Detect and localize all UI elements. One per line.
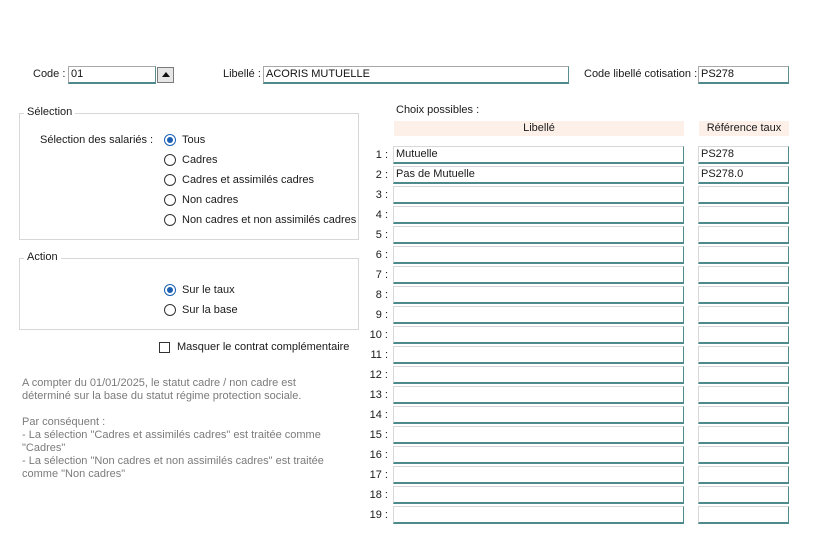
libelle-cell-12[interactable] (393, 366, 684, 384)
libelle-label: Libellé : (223, 68, 261, 80)
libelle-field[interactable]: ACORIS MUTUELLE (263, 66, 569, 84)
info-note: A compter du 01/01/2025, le statut cadre… (22, 377, 342, 481)
row-number: 14 : (369, 409, 388, 421)
row-number: 8 : (375, 289, 388, 301)
libelle-cell-10[interactable] (393, 326, 684, 344)
row-number: 1 : (375, 149, 388, 161)
reference-taux-cell-11[interactable] (698, 346, 789, 364)
row-number: 2 : (375, 169, 388, 181)
selection-radio-4[interactable]: Non cadres (164, 194, 238, 206)
reference-taux-cell-18[interactable] (698, 486, 789, 504)
reference-taux-cell-4[interactable] (698, 206, 789, 224)
libelle-cell-2[interactable]: Pas de Mutuelle (393, 166, 684, 184)
row-number: 15 : (369, 429, 388, 441)
row-number: 18 : (369, 489, 388, 501)
reference-taux-cell-10[interactable] (698, 326, 789, 344)
radio-dot[interactable] (164, 214, 176, 226)
radio-dot[interactable] (164, 194, 176, 206)
libelle-cell-19[interactable] (393, 506, 684, 524)
libelle-cell-4[interactable] (393, 206, 684, 224)
libelle-cell-14[interactable] (393, 406, 684, 424)
selection-radio-5-label: Non cadres et non assimilés cadres (182, 214, 357, 226)
reference-taux-cell-1[interactable]: PS278 (698, 146, 789, 164)
masquer-contrat-checkbox[interactable]: Masquer le contrat complémentaire (159, 341, 349, 353)
row-number: 12 : (369, 369, 388, 381)
libelle-cell-6[interactable] (393, 246, 684, 264)
selection-radio-1-label: Tous (182, 134, 206, 146)
libelle-cell-15[interactable] (393, 426, 684, 444)
code-libelle-cotisation-field[interactable]: PS278 (698, 66, 789, 84)
choix-possibles-title: Choix possibles : (396, 104, 480, 116)
reference-taux-cell-12[interactable] (698, 366, 789, 384)
checkbox-box[interactable] (159, 341, 170, 353)
selection-radio-2-label: Cadres (182, 154, 218, 166)
row-number: 3 : (375, 189, 388, 201)
action-radio-1[interactable]: Sur le taux (164, 284, 235, 296)
libelle-cell-17[interactable] (393, 466, 684, 484)
code-field[interactable]: 01 (68, 66, 156, 84)
masquer-contrat-label: Masquer le contrat complémentaire (177, 341, 350, 353)
row-number: 19 : (369, 509, 388, 521)
selection-radio-3-label: Cadres et assimilés cadres (182, 174, 315, 186)
libelle-cell-7[interactable] (393, 266, 684, 284)
action-radio-2[interactable]: Sur la base (164, 304, 238, 316)
row-number: 13 : (369, 389, 388, 401)
reference-taux-cell-3[interactable] (698, 186, 789, 204)
column-header-reference-taux: Référence taux (699, 121, 789, 136)
info-note-paragraph-1: A compter du 01/01/2025, le statut cadre… (22, 377, 302, 402)
row-number: 16 : (369, 449, 388, 461)
reference-taux-cell-7[interactable] (698, 266, 789, 284)
selection-radio-1[interactable]: Tous (164, 134, 205, 146)
libelle-cell-16[interactable] (393, 446, 684, 464)
reference-taux-cell-16[interactable] (698, 446, 789, 464)
row-number: 10 : (369, 329, 388, 341)
reference-taux-cell-17[interactable] (698, 466, 789, 484)
reference-taux-cell-2[interactable]: PS278.0 (698, 166, 789, 184)
action-radio-2-label: Sur la base (182, 304, 238, 316)
reference-taux-cell-14[interactable] (698, 406, 789, 424)
radio-dot[interactable] (164, 154, 176, 166)
column-header-libelle: Libellé (394, 121, 684, 136)
libelle-cell-3[interactable] (393, 186, 684, 204)
libelle-cell-8[interactable] (393, 286, 684, 304)
action-radio-1-label: Sur le taux (182, 284, 235, 296)
reference-taux-cell-8[interactable] (698, 286, 789, 304)
row-number: 4 : (375, 209, 388, 221)
selection-group-title: Sélection (24, 106, 76, 118)
row-number: 7 : (375, 269, 388, 281)
reference-taux-cell-15[interactable] (698, 426, 789, 444)
selection-radio-5[interactable]: Non cadres et non assimilés cadres (164, 214, 356, 226)
row-number: 11 : (370, 349, 388, 361)
libelle-cell-1[interactable]: Mutuelle (393, 146, 684, 164)
libelle-cell-13[interactable] (393, 386, 684, 404)
libelle-cell-18[interactable] (393, 486, 684, 504)
row-number: 5 : (375, 229, 388, 241)
reference-taux-cell-19[interactable] (698, 506, 789, 524)
reference-taux-cell-5[interactable] (698, 226, 789, 244)
info-note-paragraph-2: Par conséquent : - La sélection "Cadres … (22, 416, 324, 480)
reference-taux-cell-13[interactable] (698, 386, 789, 404)
action-group-title: Action (24, 251, 61, 263)
radio-dot[interactable] (164, 304, 176, 316)
selection-radio-3[interactable]: Cadres et assimilés cadres (164, 174, 314, 186)
row-number: 6 : (375, 249, 388, 261)
reference-taux-cell-9[interactable] (698, 306, 789, 324)
code-spin-up-button[interactable] (157, 67, 174, 83)
selection-radio-2[interactable]: Cadres (164, 154, 217, 166)
radio-dot[interactable] (164, 284, 176, 296)
libelle-cell-11[interactable] (393, 346, 684, 364)
code-label: Code : (33, 68, 66, 80)
radio-dot[interactable] (164, 134, 176, 146)
selection-salaries-label: Sélection des salariés : (40, 134, 154, 146)
libelle-cell-5[interactable] (393, 226, 684, 244)
row-number: 9 : (375, 309, 388, 321)
selection-radio-4-label: Non cadres (182, 194, 239, 206)
reference-taux-cell-6[interactable] (698, 246, 789, 264)
libelle-cell-9[interactable] (393, 306, 684, 324)
code-libelle-cotisation-label: Code libellé cotisation : (584, 68, 698, 80)
row-number: 17 : (369, 469, 388, 481)
radio-dot[interactable] (164, 174, 176, 186)
